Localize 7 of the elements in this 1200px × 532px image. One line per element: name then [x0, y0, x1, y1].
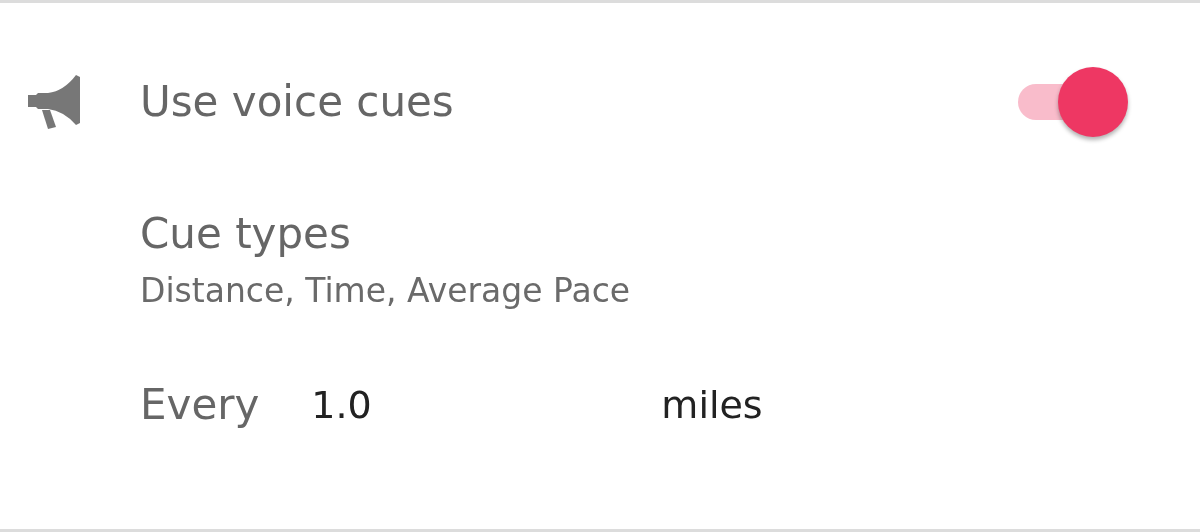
- cue-types-summary: Distance, Time, Average Pace: [140, 271, 632, 311]
- cue-types-title: Cue types: [140, 211, 352, 258]
- voice-cues-label: Use voice cues: [140, 78, 455, 126]
- interval-unit[interactable]: miles: [661, 383, 763, 428]
- interval-value-field[interactable]: 1.0: [311, 383, 662, 428]
- cue-types-item[interactable]: Cue types Distance, Time, Average Pace: [140, 211, 840, 311]
- interval-label: Every: [140, 382, 260, 429]
